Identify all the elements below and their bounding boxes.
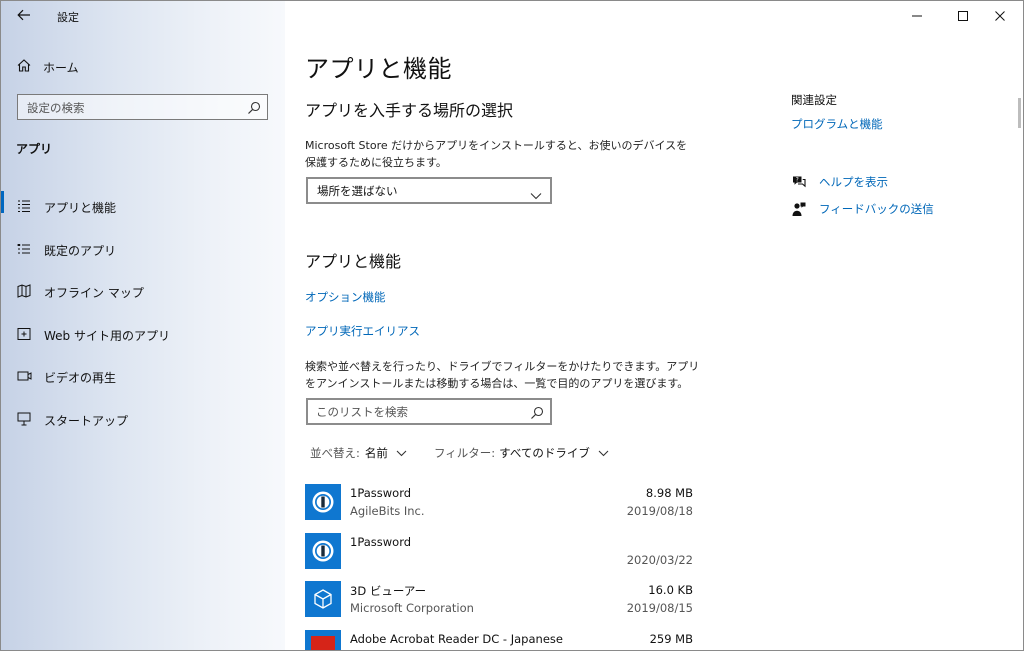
3d-viewer-icon xyxy=(305,581,341,617)
sidebar-item-offline-maps[interactable]: オフライン マップ xyxy=(1,271,285,314)
website-app-icon xyxy=(17,327,31,341)
sidebar-section-title: アプリ xyxy=(16,142,53,156)
app-list-item[interactable]: Adobe Acrobat Reader DC - Japanese 259 M… xyxy=(305,619,695,650)
app-publisher: Microsoft Corporation xyxy=(350,601,474,615)
svg-text:?: ? xyxy=(796,176,799,183)
default-apps-icon xyxy=(17,242,31,256)
apps-section-description: 検索や並べ替えを行ったり、ドライブでフィルターをかけたりできます。アプリをアンイ… xyxy=(305,360,700,390)
app-name: 1Password xyxy=(350,534,412,549)
sidebar-item-label: 既定のアプリ xyxy=(44,243,117,258)
install-location-value: 場所を選ばない xyxy=(317,184,398,198)
page-title: アプリと機能 xyxy=(305,55,452,83)
home-label: ホーム xyxy=(43,60,79,75)
programs-features-link[interactable]: プログラムと機能 xyxy=(791,116,883,132)
maximize-icon xyxy=(958,11,968,21)
filter-dropdown[interactable]: フィルター: すべてのドライブ xyxy=(434,445,609,461)
install-section-heading: アプリを入手する場所の選択 xyxy=(305,101,514,120)
sort-value: 名前 xyxy=(364,446,388,460)
sidebar-item-label: ビデオの再生 xyxy=(44,371,117,385)
app-name: 3D ビューアー xyxy=(350,584,427,598)
startup-icon xyxy=(17,412,31,426)
settings-search-placeholder: 設定の検索 xyxy=(27,101,85,115)
app-list-search-input[interactable]: このリストを検索 xyxy=(306,398,552,425)
sidebar-item-website-apps[interactable]: Web サイト用のアプリ xyxy=(1,314,285,357)
app-date: 2019/08/18 xyxy=(626,504,693,518)
sidebar-item-label: アプリと機能 xyxy=(44,201,117,215)
app-list-item[interactable]: 3D ビューアー Microsoft Corporation 16.0 KB 2… xyxy=(305,570,695,619)
app-name: Adobe Acrobat Reader DC - Japanese xyxy=(350,631,563,646)
app-name: 1Password xyxy=(350,486,412,500)
sidebar-nav: アプリと機能 既定のアプリ オフライン マップ Web サイト用のアプリ ビデオ… xyxy=(1,186,285,441)
sort-dropdown[interactable]: 並べ替え: 名前 xyxy=(310,445,407,461)
back-arrow-icon[interactable] xyxy=(15,7,33,25)
scrollbar-thumb[interactable] xyxy=(1018,98,1021,128)
chevron-down-icon xyxy=(396,446,407,460)
close-button[interactable] xyxy=(977,1,1023,31)
minimize-icon xyxy=(912,15,922,17)
filter-label: フィルター: xyxy=(434,446,496,460)
app-list: 1Password AgileBits Inc. 8.98 MB 2019/08… xyxy=(305,473,695,650)
sidebar-item-startup[interactable]: スタートアップ xyxy=(1,399,285,442)
filter-value: すべてのドライブ xyxy=(499,446,590,460)
help-link-label: ヘルプを表示 xyxy=(819,175,888,189)
optional-features-link[interactable]: オプション機能 xyxy=(305,289,386,305)
sidebar-item-label: オフライン マップ xyxy=(44,286,144,300)
feedback-icon xyxy=(791,201,807,217)
sidebar-item-label: Web サイト用のアプリ xyxy=(44,328,170,343)
sidebar-item-apps-features[interactable]: アプリと機能 xyxy=(1,186,285,229)
app-size: 8.98 MB xyxy=(645,486,693,500)
app-publisher: AgileBits Inc. xyxy=(350,504,425,518)
acrobat-icon xyxy=(305,629,341,650)
sidebar-item-label: スタートアップ xyxy=(44,413,129,428)
related-settings-heading: 関連設定 xyxy=(791,93,837,107)
map-icon xyxy=(17,284,31,298)
app-date: 2019/08/15 xyxy=(626,601,693,615)
apps-section-heading: アプリと機能 xyxy=(305,252,402,271)
chevron-down-icon xyxy=(530,185,542,204)
window-title: 設定 xyxy=(57,11,79,24)
list-icon xyxy=(17,199,31,213)
search-icon[interactable] xyxy=(530,405,544,424)
search-icon[interactable] xyxy=(247,100,261,114)
sidebar-item-default-apps[interactable]: 既定のアプリ xyxy=(1,229,285,272)
1password-icon xyxy=(305,484,341,520)
settings-window: 設定 ホーム 設定の検索 アプリ アプリと機能 既定のアプリ オフライン マップ… xyxy=(0,0,1024,651)
app-size: 16.0 KB xyxy=(648,583,693,597)
minimize-button[interactable] xyxy=(894,1,940,31)
app-execution-alias-link[interactable]: アプリ実行エイリアス xyxy=(305,323,420,339)
sidebar-item-video-playback[interactable]: ビデオの再生 xyxy=(1,356,285,399)
app-list-item[interactable]: 1Password AgileBits Inc. 8.98 MB 2019/08… xyxy=(305,473,695,522)
app-size: 259 MB xyxy=(649,631,693,646)
app-list-item[interactable]: 1Password 2020/03/22 xyxy=(305,522,695,571)
feedback-link-label: フィードバックの送信 xyxy=(819,202,934,216)
app-date: 2020/03/22 xyxy=(626,552,693,567)
app-list-search-placeholder: このリストを検索 xyxy=(316,405,408,419)
help-link[interactable]: ? ヘルプを表示 xyxy=(791,174,888,190)
help-chat-icon: ? xyxy=(791,174,807,190)
sidebar: 設定 ホーム 設定の検索 アプリ アプリと機能 既定のアプリ オフライン マップ… xyxy=(1,1,285,650)
home-icon xyxy=(17,59,31,75)
video-icon xyxy=(17,369,32,383)
close-icon xyxy=(995,11,1005,21)
install-section-description: Microsoft Store だけからアプリをインストールすると、お使いのデバ… xyxy=(305,139,688,169)
1password-icon xyxy=(305,532,341,569)
chevron-down-icon xyxy=(598,446,609,460)
settings-search-input[interactable]: 設定の検索 xyxy=(17,94,268,120)
home-item[interactable]: ホーム xyxy=(17,57,79,77)
install-location-dropdown[interactable]: 場所を選ばない xyxy=(306,177,552,204)
feedback-link[interactable]: フィードバックの送信 xyxy=(791,201,934,217)
sort-label: 並べ替え: xyxy=(310,446,360,460)
